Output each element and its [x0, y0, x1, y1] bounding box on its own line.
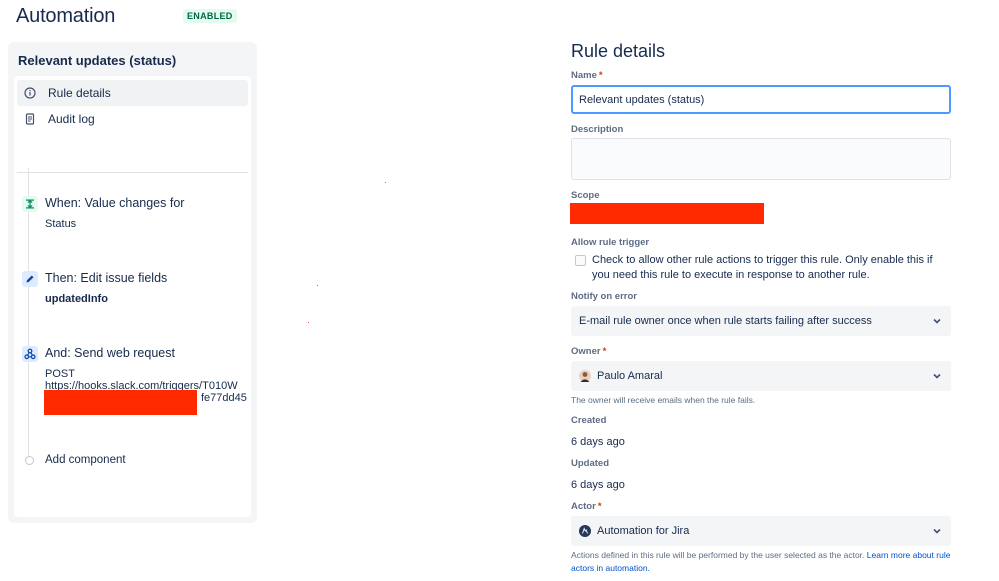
document-icon: [23, 112, 37, 126]
status-badge: ENABLED: [183, 9, 237, 23]
webhook-icon: [22, 346, 38, 362]
nav-label: Audit log: [48, 112, 95, 126]
add-circle-icon: [25, 455, 34, 465]
nav-label: Rule details: [48, 86, 111, 100]
name-field-value: Relevant updates (status): [579, 93, 705, 106]
owner-avatar: [579, 370, 591, 382]
scope-redaction: [570, 203, 764, 224]
owner-select-value: Paulo Amaral: [597, 370, 663, 382]
notify-select[interactable]: E-mail rule owner once when rule starts …: [571, 306, 951, 336]
redaction-mark: [44, 390, 197, 415]
stray-mark: [308, 322, 309, 323]
created-value: 6 days ago: [571, 436, 625, 448]
rule-details-heading: Rule details: [571, 41, 666, 61]
description-field[interactable]: [571, 138, 951, 180]
info-icon: [23, 86, 37, 100]
action-component-web-request[interactable]: And: Send web request POST https://hooks…: [22, 346, 247, 426]
nav-audit-log[interactable]: Audit log: [17, 106, 248, 132]
nav-divider: [17, 172, 248, 173]
trigger-component[interactable]: When: Value changes for Status: [22, 196, 247, 236]
actor-label: Actor *: [571, 501, 602, 512]
page-title: Automation: [16, 5, 116, 27]
allow-trigger-checkbox[interactable]: [575, 255, 586, 266]
component-title: When: Value changes for: [45, 196, 185, 210]
stray-mark: [317, 285, 318, 286]
chevron-down-icon: [933, 318, 941, 324]
component-detail: Status: [45, 218, 77, 230]
allow-trigger-label: Allow rule trigger: [571, 237, 650, 248]
created-label: Created: [571, 415, 607, 426]
owner-label: Owner *: [571, 346, 607, 357]
action-component-edit[interactable]: Then: Edit issue fields updatedInfo: [22, 271, 247, 311]
add-component-button[interactable]: Add component: [25, 454, 126, 466]
updated-value: 6 days ago: [571, 479, 625, 491]
stray-mark: [385, 182, 386, 183]
automation-avatar-icon: [579, 525, 591, 537]
chevron-down-icon: [933, 373, 941, 379]
chevron-down-icon: [933, 528, 941, 534]
name-label: Name *: [571, 70, 603, 81]
nav-rule-details[interactable]: Rule details: [17, 80, 248, 106]
name-field[interactable]: Relevant updates (status): [571, 85, 951, 114]
rule-sidebar-body: Rule details Audit log When: Value chang…: [14, 76, 251, 517]
request-method: POST: [45, 368, 75, 380]
allow-trigger-text: Check to allow other rule actions to tri…: [592, 254, 933, 281]
pencil-icon: [22, 271, 38, 287]
scope-label: Scope: [571, 190, 600, 201]
description-label: Description: [571, 124, 624, 135]
updated-label: Updated: [571, 458, 609, 469]
trigger-icon: [22, 196, 38, 212]
component-title: Then: Edit issue fields: [45, 271, 168, 285]
notify-label: Notify on error: [571, 291, 637, 302]
rule-name-heading: Relevant updates (status): [18, 53, 177, 68]
owner-select[interactable]: Paulo Amaral: [571, 361, 951, 391]
rule-sidebar: Relevant updates (status) Rule details A…: [8, 42, 257, 523]
actor-help-text: Actions defined in this rule will be per…: [571, 550, 951, 573]
component-detail: updatedInfo: [45, 293, 108, 305]
add-component-label: Add component: [45, 454, 126, 466]
notify-select-value: E-mail rule owner once when rule starts …: [579, 315, 872, 327]
actor-select[interactable]: Automation for Jira: [571, 516, 951, 546]
owner-help-text: The owner will receive emails when the r…: [571, 395, 756, 405]
component-title: And: Send web request: [45, 346, 175, 360]
actor-select-value: Automation for Jira: [597, 525, 690, 537]
request-url-tail: fe77dd45: [201, 392, 247, 404]
